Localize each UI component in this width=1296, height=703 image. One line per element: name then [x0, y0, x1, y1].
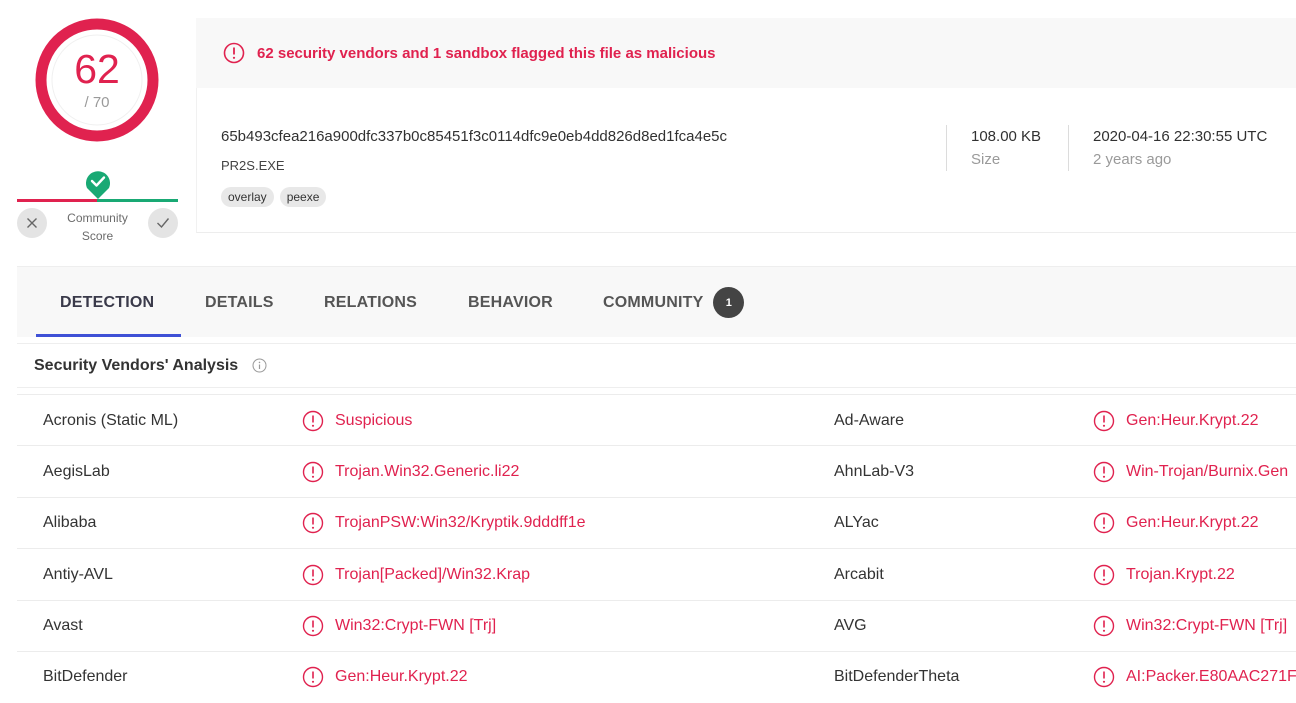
vendor-name: Avast [43, 617, 83, 635]
vendor-name: Acronis (Static ML) [43, 411, 179, 429]
vendor-results-table: Acronis (Static ML) Suspicious Ad-Aware Gen… [17, 394, 1296, 702]
tag-overlay[interactable]: overlay [221, 187, 274, 207]
vendor-row: Antiy-AVL Trojan[Packed]/Win32.Krap Arcabi… [17, 548, 1296, 599]
tab-behavior[interactable]: BEHAVIOR [468, 267, 553, 338]
active-tab-indicator [36, 334, 181, 337]
detection-label: TrojanPSW:Win32/Kryptik.9dddff1e [335, 514, 586, 532]
check-icon [157, 218, 170, 229]
exclamation-circle-icon [1093, 564, 1115, 585]
vendor-name: AegisLab [43, 462, 110, 480]
exclamation-circle-icon [302, 513, 324, 534]
report-tabs: DETECTION DETAILS RELATIONS BEHAVIOR COM… [17, 266, 1296, 337]
vendor-name: AVG [834, 617, 867, 635]
section-title: Security Vendors' Analysis [34, 356, 239, 374]
vote-harmless-button[interactable] [148, 208, 178, 238]
tab-details[interactable]: DETAILS [205, 267, 274, 338]
vendor-name: Ad-Aware [834, 411, 904, 429]
vendor-name: ALYac [834, 514, 879, 532]
section-header: Security Vendors' Analysis [17, 343, 1296, 388]
exclamation-circle-icon [1093, 513, 1115, 534]
vendor-row: Alibaba TrojanPSW:Win32/Kryptik.9dddff1e A… [17, 496, 1296, 549]
exclamation-circle-icon [1093, 461, 1115, 483]
detection-label: Trojan.Win32.Generic.li22 [335, 462, 520, 480]
info-icon[interactable] [252, 358, 267, 373]
vendor-name: Arcabit [834, 565, 884, 583]
detection-result: Trojan.Krypt.22 [1093, 549, 1235, 600]
detection-result: Suspicious [302, 395, 412, 446]
engine-total: / 70 [84, 94, 110, 111]
tag-peexe[interactable]: peexe [279, 187, 327, 207]
community-label-line2: Score [81, 229, 114, 243]
file-hash[interactable]: 65b493cfea216a900dfc337b0c85451f3c0114df… [221, 128, 727, 145]
detection-result: Win32:Crypt-FWN [Trj] [1093, 601, 1287, 652]
tab-community[interactable]: COMMUNITY 1 [603, 267, 745, 338]
vendor-row: Avast Win32:Crypt-FWN [Trj] AVG Win32:Crypt… [17, 599, 1296, 652]
detection-label: Gen:Heur.Krypt.22 [1126, 514, 1259, 532]
vendor-name: AhnLab-V3 [834, 462, 915, 480]
file-info-panel: 65b493cfea216a900dfc337b0c85451f3c0114df… [196, 88, 1296, 233]
detection-label: Win32:Crypt-FWN [Trj] [1126, 617, 1288, 635]
detection-label: Trojan.Krypt.22 [1126, 565, 1235, 583]
file-size-label: Size [971, 151, 1001, 168]
shield-check-icon [86, 171, 110, 199]
exclamation-circle-icon [302, 461, 324, 483]
detection-label: Suspicious [335, 411, 413, 429]
divider [946, 125, 947, 171]
detection-result: Win-Trojan/Burnix.Gen [1093, 446, 1288, 497]
vendor-row: Acronis (Static ML) Suspicious Ad-Aware Gen… [17, 394, 1296, 445]
exclamation-circle-icon [1093, 410, 1115, 431]
vote-malicious-button[interactable] [17, 208, 47, 238]
community-label-line1: Community [67, 211, 128, 225]
analysis-date-relative: 2 years ago [1093, 151, 1172, 168]
vendor-name: BitDefenderTheta [834, 668, 960, 686]
community-score-label: Community Score [57, 209, 138, 245]
vendor-name: Alibaba [43, 514, 97, 532]
file-name: PR2S.EXE [221, 158, 285, 173]
detection-result: Win32:Crypt-FWN [Trj] [302, 601, 496, 652]
exclamation-circle-icon [1093, 667, 1115, 688]
detection-result: Gen:Heur.Krypt.22 [302, 652, 468, 703]
close-icon [27, 218, 37, 228]
exclamation-circle-icon [302, 615, 324, 637]
detection-result: Gen:Heur.Krypt.22 [1093, 498, 1259, 549]
exclamation-circle-icon [1093, 615, 1115, 637]
file-size-value: 108.00 KB [971, 128, 1042, 145]
vendor-name: Antiy-AVL [43, 565, 113, 583]
malicious-alert-banner: 62 security vendors and 1 sandbox flagge… [196, 18, 1296, 88]
exclamation-circle-icon [302, 564, 324, 585]
community-score-bar [17, 199, 178, 202]
divider [1068, 125, 1069, 171]
exclamation-circle-icon [302, 410, 324, 431]
community-score: Community Score [17, 168, 178, 248]
detection-label: Win-Trojan/Burnix.Gen [1126, 462, 1289, 480]
tab-detection[interactable]: DETECTION [60, 267, 154, 338]
detection-label: Gen:Heur.Krypt.22 [1126, 411, 1259, 429]
detection-result: Trojan.Win32.Generic.li22 [302, 446, 519, 497]
detection-score-gauge: 62 / 70 [33, 16, 161, 144]
alert-message: 62 security vendors and 1 sandbox flagge… [257, 44, 716, 62]
vendor-name: BitDefender [43, 668, 128, 686]
detection-result: Gen:Heur.Krypt.22 [1093, 395, 1259, 446]
community-negative-segment [17, 199, 97, 202]
detection-result: TrojanPSW:Win32/Kryptik.9dddff1e [302, 498, 586, 549]
detection-result: AI:Packer.E80AAC271F [1093, 652, 1296, 703]
exclamation-circle-icon [302, 667, 324, 688]
analysis-date: 2020-04-16 22:30:55 UTC [1093, 128, 1268, 145]
tab-relations[interactable]: RELATIONS [324, 267, 417, 338]
vendor-row: AegisLab Trojan.Win32.Generic.li22 AhnLab-… [17, 445, 1296, 496]
detection-label: Win32:Crypt-FWN [Trj] [335, 617, 497, 635]
detection-count: 62 [74, 46, 120, 92]
exclamation-circle-icon [223, 42, 245, 64]
detection-result: Trojan[Packed]/Win32.Krap [302, 549, 530, 600]
file-tags: overlay peexe [221, 187, 327, 207]
detection-label: Gen:Heur.Krypt.22 [335, 668, 468, 686]
community-count-badge: 1 [713, 287, 745, 318]
detection-label: Trojan[Packed]/Win32.Krap [335, 565, 531, 583]
tab-community-label: COMMUNITY [603, 293, 704, 311]
detection-label: AI:Packer.E80AAC271F [1126, 668, 1296, 686]
community-positive-segment [97, 199, 178, 202]
vendor-row: BitDefender Gen:Heur.Krypt.22 BitDefenderT… [17, 650, 1296, 703]
